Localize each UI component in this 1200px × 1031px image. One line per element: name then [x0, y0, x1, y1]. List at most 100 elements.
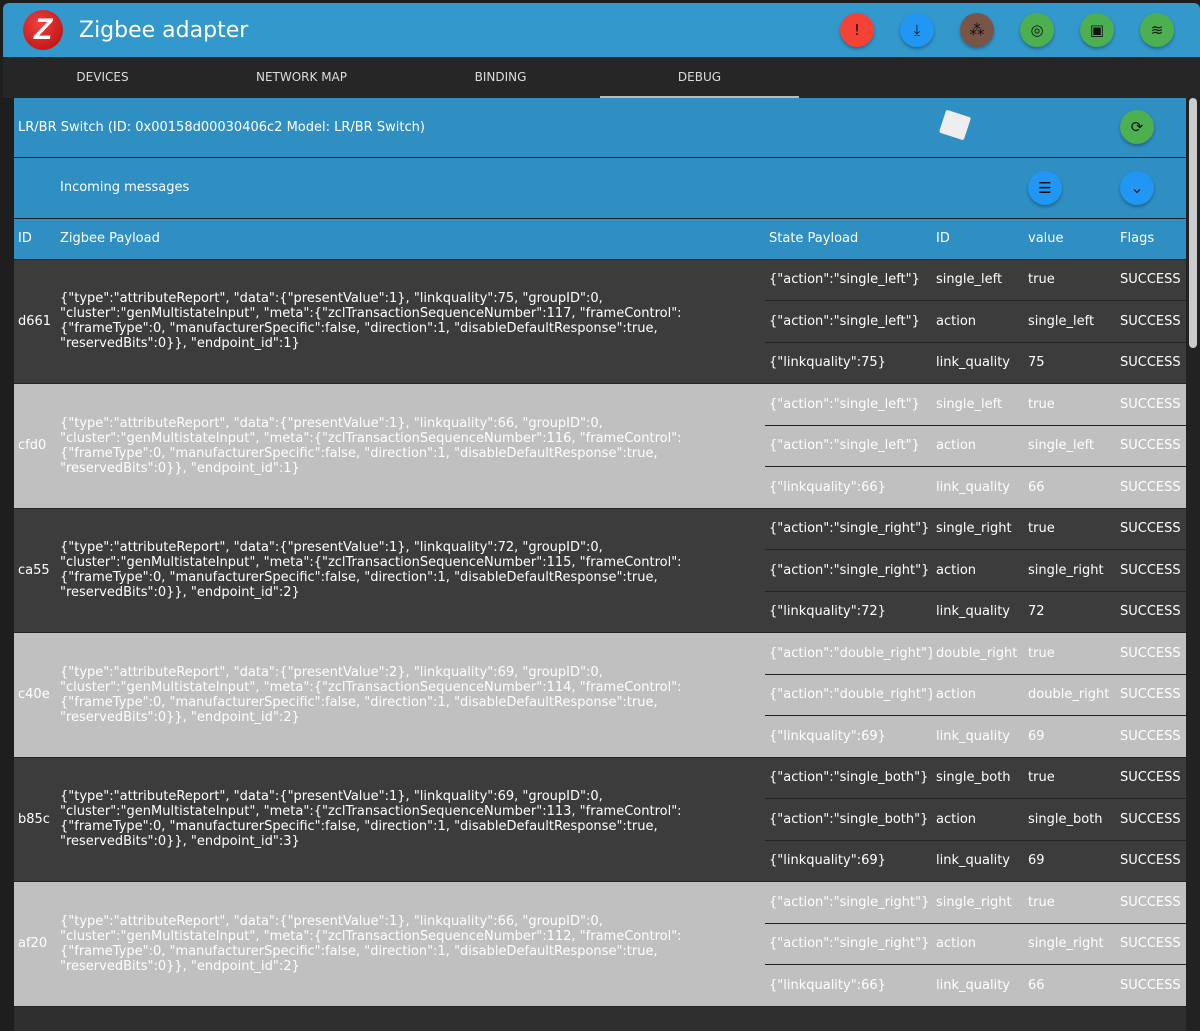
scrollbar-thumb[interactable] [1189, 98, 1197, 348]
zigbee-payload: {"type":"attributeReport", "data":{"pres… [56, 259, 765, 384]
state-flag: SUCCESS [1116, 466, 1186, 509]
col-zigbee-payload: Zigbee Payload [56, 218, 765, 260]
state-value: single_right [1024, 549, 1117, 592]
refresh-icon[interactable]: ⟳ [1120, 110, 1155, 145]
message-id: c40e [14, 632, 56, 758]
state-id: single_left [932, 383, 1025, 426]
tab-devices[interactable]: DEVICES [3, 57, 202, 98]
state-payload: {"action":"single_right"} [765, 508, 933, 550]
state-flag: SUCCESS [1116, 342, 1186, 384]
messages-table: LR/BR Switch (ID: 0x00158d00030406c2 Mod… [14, 98, 1186, 1007]
message-row: b85c {"type":"attributeReport", "data":{"… [14, 757, 1186, 882]
zigbee-payload: {"type":"attributeReport", "data":{"pres… [56, 632, 765, 758]
state-flag: SUCCESS [1116, 549, 1186, 592]
select-area-icon[interactable]: ▣ [1080, 13, 1114, 47]
state-payload: {"action":"single_left"} [765, 300, 933, 343]
state-payload: {"action":"single_both"} [765, 798, 933, 841]
message-id: ca55 [14, 508, 56, 633]
app-header: Z Zigbee adapter ! ⤓ ⁂ ◎ ▣ ≋ [3, 3, 1200, 57]
device-image-icon [938, 109, 972, 141]
state-flag: SUCCESS [1116, 964, 1186, 1007]
state-payload: {"action":"double_right"} [765, 632, 933, 675]
col-state-payload: State Payload [765, 218, 933, 260]
state-flag: SUCCESS [1116, 632, 1186, 675]
message-row: d661 {"type":"attributeReport", "data":{"… [14, 259, 1186, 384]
state-payload: {"linkquality":66} [765, 466, 933, 509]
state-id: link_quality [932, 342, 1025, 384]
state-flag: SUCCESS [1116, 425, 1186, 467]
state-id: link_quality [932, 591, 1025, 633]
tab-network-map[interactable]: NETWORK MAP [202, 57, 401, 98]
state-id: action [932, 300, 1025, 343]
state-payload: {"action":"single_left"} [765, 425, 933, 467]
state-value: single_right [1024, 923, 1117, 965]
zigbee-payload: {"type":"attributeReport", "data":{"pres… [56, 757, 765, 882]
message-id: af20 [14, 881, 56, 1007]
state-payload: {"linkquality":75} [765, 342, 933, 384]
app-title: Zigbee adapter [79, 17, 249, 43]
signal-icon[interactable]: ≋ [1140, 13, 1174, 47]
state-flag: SUCCESS [1116, 259, 1186, 301]
state-id: double_right [932, 632, 1025, 675]
state-id: single_right [932, 508, 1025, 550]
state-payload: {"action":"single_both"} [765, 757, 933, 799]
tab-debug[interactable]: DEBUG [600, 57, 799, 98]
state-payload: {"action":"single_right"} [765, 549, 933, 592]
zigbee-payload: {"type":"attributeReport", "data":{"pres… [56, 508, 765, 633]
alert-message-icon[interactable]: ! [840, 13, 874, 47]
state-flag: SUCCESS [1116, 923, 1186, 965]
state-flag: SUCCESS [1116, 715, 1186, 758]
state-value: true [1024, 881, 1117, 924]
state-flag: SUCCESS [1116, 674, 1186, 716]
state-id: action [932, 425, 1025, 467]
state-flag: SUCCESS [1116, 591, 1186, 633]
state-id: action [932, 674, 1025, 716]
state-payload: {"action":"single_right"} [765, 923, 933, 965]
state-value: 66 [1024, 466, 1117, 509]
state-flag: SUCCESS [1116, 798, 1186, 841]
state-payload: {"linkquality":69} [765, 840, 933, 882]
message-row: cfd0 {"type":"attributeReport", "data":{"… [14, 383, 1186, 509]
incoming-messages-label: Incoming messages [56, 157, 765, 219]
state-value: 69 [1024, 840, 1117, 882]
state-flag: SUCCESS [1116, 508, 1186, 550]
zigbee-payload: {"type":"attributeReport", "data":{"pres… [56, 383, 765, 509]
message-row: ca55 {"type":"attributeReport", "data":{"… [14, 508, 1186, 633]
state-value: single_left [1024, 300, 1117, 343]
tab-bar: DEVICES NETWORK MAP BINDING DEBUG [3, 57, 1200, 98]
list-icon[interactable]: ☰ [1028, 170, 1063, 205]
message-id: cfd0 [14, 383, 56, 509]
state-payload: {"action":"single_left"} [765, 259, 933, 301]
state-payload: {"action":"single_left"} [765, 383, 933, 426]
state-flag: SUCCESS [1116, 840, 1186, 882]
message-row: af20 {"type":"attributeReport", "data":{"… [14, 881, 1186, 1007]
column-headers: ID Zigbee Payload State Payload ID value… [14, 218, 1186, 260]
state-value: 75 [1024, 342, 1117, 384]
state-id: link_quality [932, 715, 1025, 758]
state-id: link_quality [932, 964, 1025, 1007]
message-row: c40e {"type":"attributeReport", "data":{"… [14, 632, 1186, 758]
scrollbar[interactable] [1186, 98, 1200, 1031]
state-id: action [932, 798, 1025, 841]
state-value: true [1024, 508, 1117, 550]
col-value: value [1024, 218, 1117, 260]
state-payload: {"linkquality":66} [765, 964, 933, 1007]
state-flag: SUCCESS [1116, 881, 1186, 924]
device-row: LR/BR Switch (ID: 0x00158d00030406c2 Mod… [14, 98, 1186, 158]
state-value: 72 [1024, 591, 1117, 633]
device-label: LR/BR Switch (ID: 0x00158d00030406c2 Mod… [14, 98, 933, 158]
state-value: true [1024, 757, 1117, 799]
collapse-icon[interactable]: ⌄ [1120, 170, 1155, 205]
state-payload: {"linkquality":72} [765, 591, 933, 633]
state-value: true [1024, 632, 1117, 675]
device-download-icon[interactable]: ⤓ [900, 13, 934, 47]
tab-binding[interactable]: BINDING [401, 57, 600, 98]
state-value: 69 [1024, 715, 1117, 758]
zigbee-payload: {"type":"attributeReport", "data":{"pres… [56, 881, 765, 1007]
state-id: single_left [932, 259, 1025, 301]
hub-icon[interactable]: ⁂ [960, 13, 994, 47]
state-payload: {"action":"single_right"} [765, 881, 933, 924]
wifi-tethering-icon[interactable]: ◎ [1020, 13, 1054, 47]
col-state-id: ID [932, 218, 1025, 260]
state-value: single_both [1024, 798, 1117, 841]
